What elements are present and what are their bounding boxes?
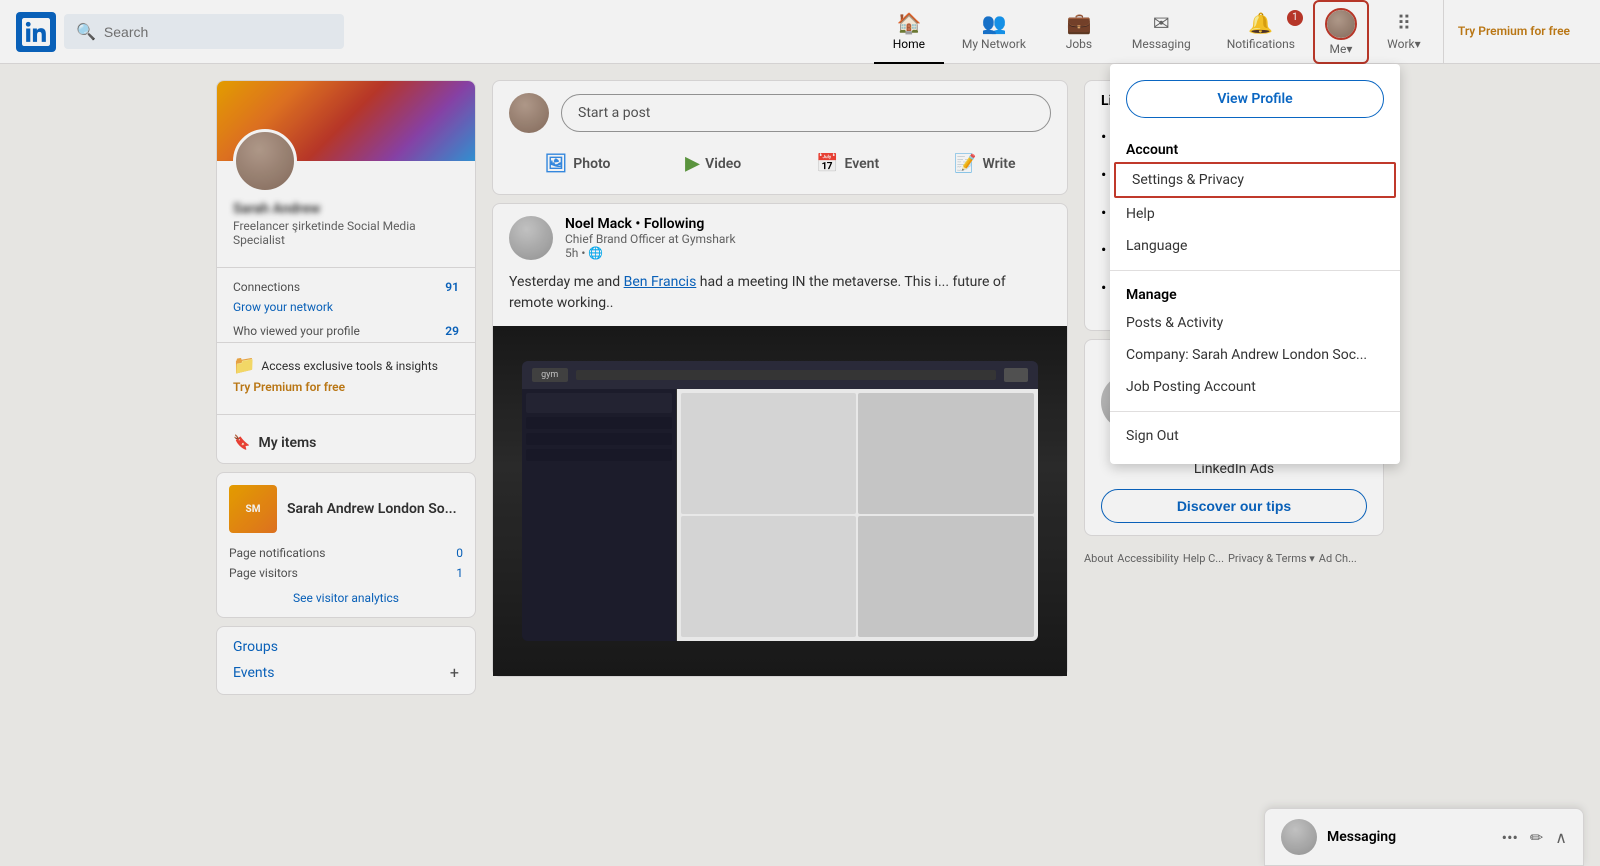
dropdown-divider-1 <box>1110 270 1400 271</box>
sign-out-item[interactable]: Sign Out <box>1110 420 1400 452</box>
company-item[interactable]: Company: Sarah Andrew London Soc... <box>1110 339 1400 371</box>
settings-privacy-item[interactable]: Settings & Privacy <box>1114 162 1396 198</box>
view-profile-button[interactable]: View Profile <box>1126 80 1384 118</box>
posts-activity-item[interactable]: Posts & Activity <box>1110 307 1400 339</box>
manage-section-title: Manage <box>1110 279 1400 307</box>
help-item[interactable]: Help <box>1110 198 1400 230</box>
job-posting-item[interactable]: Job Posting Account <box>1110 371 1400 403</box>
me-dropdown-menu: View Profile Account Settings & Privacy … <box>1110 64 1400 464</box>
language-item[interactable]: Language <box>1110 230 1400 262</box>
dropdown-divider-2 <box>1110 411 1400 412</box>
account-section-title: Account <box>1110 134 1400 162</box>
